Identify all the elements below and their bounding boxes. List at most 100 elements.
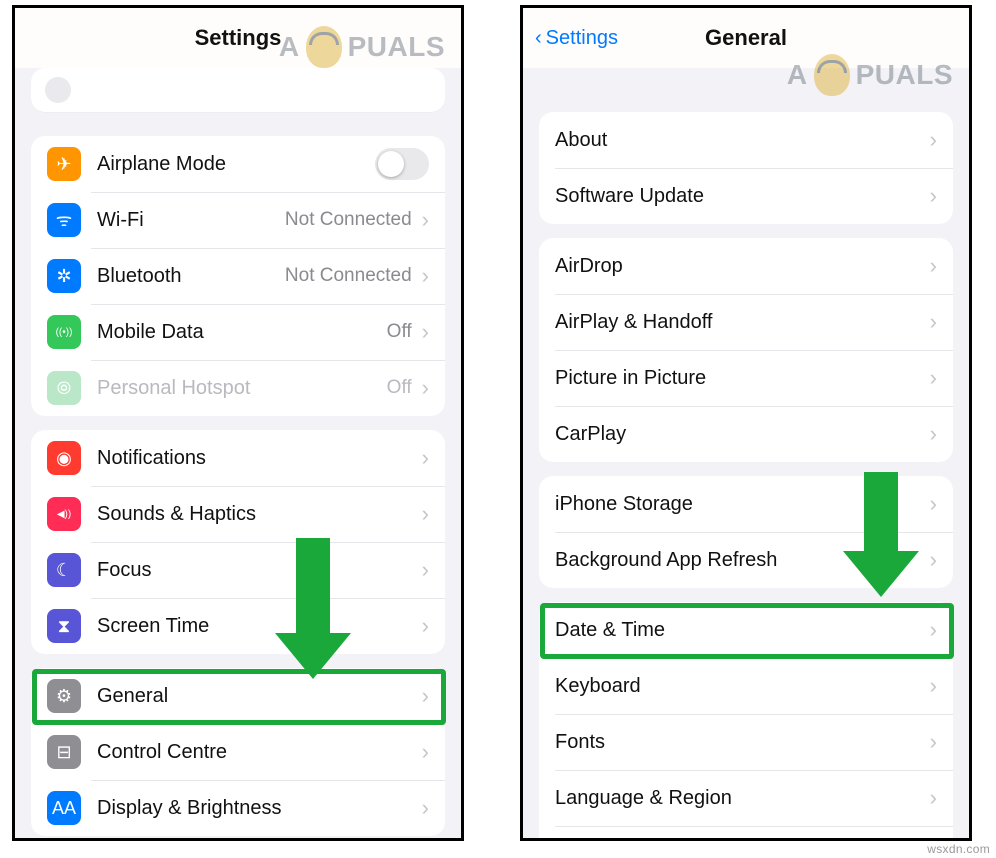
chevron-right-icon: › bbox=[930, 491, 937, 517]
row-label: Wi-Fi bbox=[97, 209, 285, 232]
row-mobile-data[interactable]: ((•))Mobile DataOff› bbox=[31, 304, 445, 360]
chevron-right-icon: › bbox=[930, 785, 937, 811]
row-airdrop[interactable]: AirDrop› bbox=[539, 238, 953, 294]
row-label: Airplane Mode bbox=[97, 153, 375, 176]
row-display-brightness[interactable]: AA Display & Brightness› bbox=[31, 780, 445, 836]
row-focus[interactable]: ☾Focus› bbox=[31, 542, 445, 598]
row-label: Sounds & Haptics bbox=[97, 503, 422, 526]
chevron-right-icon: › bbox=[930, 127, 937, 153]
row-date-time[interactable]: Date & Time› bbox=[539, 602, 953, 658]
chevron-right-icon: › bbox=[422, 557, 429, 583]
row-background-app-refresh[interactable]: Background App Refresh› bbox=[539, 532, 953, 588]
row-label: Notifications bbox=[97, 447, 422, 470]
row-notifications[interactable]: ◉ Notifications› bbox=[31, 430, 445, 486]
settings-group-attention: ◉Notifications›◀))Sounds & Haptics›☾Focu… bbox=[31, 430, 445, 654]
settings-screen: Settings ✈Airplane ModeᯤWi-FiNot Connect… bbox=[12, 5, 464, 841]
row-label: CarPlay bbox=[555, 423, 930, 446]
general-group-media: AirDrop›AirPlay & Handoff›Picture in Pic… bbox=[539, 238, 953, 462]
row-picture-in-picture[interactable]: Picture in Picture› bbox=[539, 350, 953, 406]
chevron-right-icon: › bbox=[930, 617, 937, 643]
speaker-icon: ◀)) bbox=[47, 497, 81, 531]
row-bluetooth[interactable]: ✲BluetoothNot Connected› bbox=[31, 248, 445, 304]
row-label: Software Update bbox=[555, 185, 930, 208]
row-iphone-storage[interactable]: iPhone Storage› bbox=[539, 476, 953, 532]
chevron-right-icon: › bbox=[422, 795, 429, 821]
settings-group-system: ⚙General›⊟Control Centre›AADisplay & Bri… bbox=[31, 668, 445, 836]
appuals-logo-icon bbox=[814, 54, 850, 96]
row-label: AirDrop bbox=[555, 255, 930, 278]
row-general[interactable]: ⚙General› bbox=[31, 668, 445, 724]
row-software-update[interactable]: Software Update› bbox=[539, 168, 953, 224]
row-label: Personal Hotspot bbox=[97, 377, 387, 400]
row-label: Display & Brightness bbox=[97, 797, 422, 820]
chevron-right-icon: › bbox=[422, 319, 429, 345]
back-label: Settings bbox=[546, 27, 618, 50]
chevron-right-icon: › bbox=[930, 547, 937, 573]
chevron-right-icon: › bbox=[422, 445, 429, 471]
chevron-right-icon: › bbox=[930, 365, 937, 391]
chevron-right-icon: › bbox=[930, 729, 937, 755]
row-label: About bbox=[555, 129, 930, 152]
row-label: Background App Refresh bbox=[555, 549, 930, 572]
row-label: Fonts bbox=[555, 731, 930, 754]
row-airplay-handoff[interactable]: AirPlay & Handoff› bbox=[539, 294, 953, 350]
profile-search-stub[interactable] bbox=[31, 68, 445, 112]
appuals-logo-icon bbox=[306, 26, 342, 68]
watermark: A PUALS bbox=[279, 26, 445, 68]
general-screen: ‹ Settings General About›Software Update… bbox=[520, 5, 972, 841]
row-fonts[interactable]: Fonts› bbox=[539, 714, 953, 770]
row-carplay[interactable]: CarPlay› bbox=[539, 406, 953, 462]
general-group-storage: iPhone Storage›Background App Refresh› bbox=[539, 476, 953, 588]
row-sounds-haptics[interactable]: ◀)) Sounds & Haptics› bbox=[31, 486, 445, 542]
watermark: A PUALS bbox=[787, 54, 953, 96]
chevron-right-icon: › bbox=[930, 309, 937, 335]
row-screen-time[interactable]: ⧗ Screen Time› bbox=[31, 598, 445, 654]
back-button[interactable]: ‹ Settings bbox=[535, 8, 618, 68]
row-airplane-mode[interactable]: ✈Airplane Mode bbox=[31, 136, 445, 192]
row-value: Off bbox=[387, 321, 412, 343]
chevron-right-icon: › bbox=[422, 613, 429, 639]
row-label: Mobile Data bbox=[97, 321, 387, 344]
text-size-icon: AA bbox=[47, 791, 81, 825]
chevron-right-icon: › bbox=[422, 207, 429, 233]
row-label: Control Centre bbox=[97, 741, 422, 764]
row-label: iPhone Storage bbox=[555, 493, 930, 516]
hourglass-icon: ⧗ bbox=[47, 609, 81, 643]
chevron-right-icon: › bbox=[930, 253, 937, 279]
chevron-right-icon: › bbox=[422, 263, 429, 289]
row-control-centre[interactable]: ⊟ Control Centre› bbox=[31, 724, 445, 780]
bluetooth-icon: ✲ bbox=[47, 259, 81, 293]
row-wifi[interactable]: ᯤ Wi-FiNot Connected › bbox=[31, 192, 445, 248]
row-language-region[interactable]: Language & Region› bbox=[539, 770, 953, 826]
source-credit: wsxdn.com bbox=[927, 842, 990, 856]
bell-icon: ◉ bbox=[47, 441, 81, 475]
switches-icon: ⊟ bbox=[47, 735, 81, 769]
chevron-right-icon: › bbox=[930, 183, 937, 209]
general-group-input: Date & Time›Keyboard›Fonts›Language & Re… bbox=[539, 602, 953, 841]
row-label: Date & Time bbox=[555, 619, 930, 642]
row-label: Picture in Picture bbox=[555, 367, 930, 390]
row-dictionary[interactable]: Dictionary› bbox=[539, 826, 953, 841]
row-label: AirPlay & Handoff bbox=[555, 311, 930, 334]
chevron-right-icon: › bbox=[930, 421, 937, 447]
page-title: General bbox=[705, 25, 787, 51]
row-label: General bbox=[97, 685, 422, 708]
chevron-right-icon: › bbox=[422, 739, 429, 765]
row-value: Not Connected bbox=[285, 209, 412, 231]
row-value: Off bbox=[387, 377, 412, 399]
general-group-about: About›Software Update› bbox=[539, 112, 953, 224]
row-label: Keyboard bbox=[555, 675, 930, 698]
chevron-right-icon: › bbox=[422, 375, 429, 401]
row-keyboard[interactable]: Keyboard› bbox=[539, 658, 953, 714]
toggle-airplane-mode[interactable] bbox=[375, 148, 429, 180]
row-about[interactable]: About› bbox=[539, 112, 953, 168]
chevron-right-icon: › bbox=[422, 501, 429, 527]
row-personal-hotspot[interactable]: ⦾ Personal HotspotOff › bbox=[31, 360, 445, 416]
row-label: Screen Time bbox=[97, 615, 422, 638]
row-value: Not Connected bbox=[285, 265, 412, 287]
wifi-icon: ᯤ bbox=[47, 203, 81, 237]
link-icon: ⦾ bbox=[47, 371, 81, 405]
gear-icon: ⚙ bbox=[47, 679, 81, 713]
chevron-left-icon: ‹ bbox=[535, 27, 542, 50]
moon-icon: ☾ bbox=[47, 553, 81, 587]
